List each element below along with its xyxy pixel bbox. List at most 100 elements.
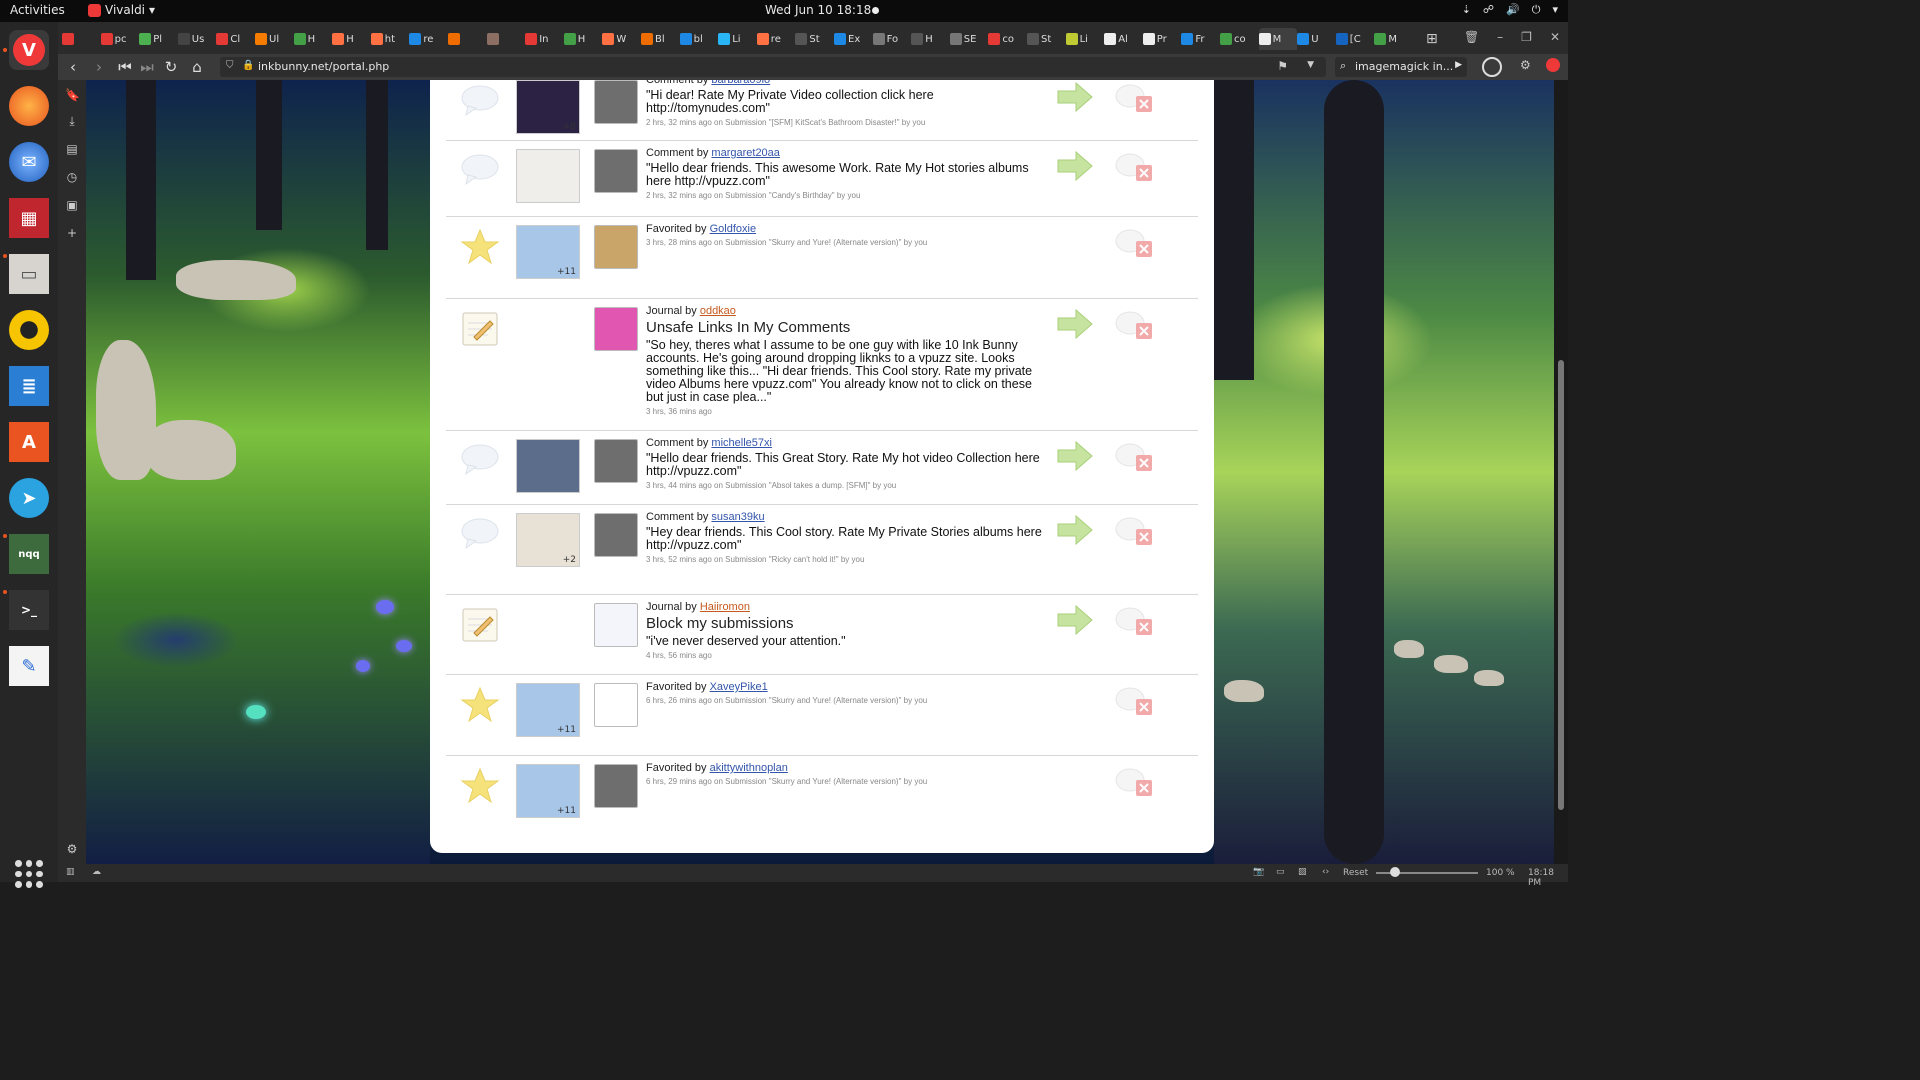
chevron-right-icon[interactable]: ▶ xyxy=(1455,60,1462,70)
submission-thumbnail[interactable]: +11 xyxy=(516,764,580,818)
zoom-reset-button[interactable]: Reset xyxy=(1343,868,1368,878)
history-icon[interactable]: ◷ xyxy=(65,170,79,184)
delete-notification-icon[interactable] xyxy=(1114,685,1154,719)
url-field[interactable]: ⛉ 🔒 inkbunny.net/portal.php ⚑ ▼ xyxy=(220,57,1326,77)
forward-icon[interactable]: › xyxy=(90,58,108,76)
view-arrow-icon[interactable] xyxy=(1056,604,1094,636)
submission-thumbnail[interactable]: +11 xyxy=(516,683,580,737)
browser-tab[interactable]: Bl xyxy=(641,30,679,48)
firefox-launcher[interactable] xyxy=(9,86,49,126)
add-panel-icon[interactable]: + xyxy=(65,226,79,240)
view-arrow-icon[interactable] xyxy=(1056,150,1094,182)
show-applications-icon[interactable] xyxy=(15,860,43,888)
user-avatar[interactable] xyxy=(594,764,638,808)
submission-thumbnail[interactable] xyxy=(516,439,580,493)
back-icon[interactable]: ‹ xyxy=(64,58,82,76)
view-arrow-icon[interactable] xyxy=(1056,81,1094,113)
view-arrow-icon[interactable] xyxy=(1056,308,1094,340)
network-icon[interactable]: ☍ xyxy=(1483,3,1494,17)
zoom-slider-handle[interactable] xyxy=(1390,867,1400,877)
browser-tab[interactable]: Us xyxy=(177,30,216,48)
browser-tab[interactable]: W xyxy=(602,30,640,48)
username-link[interactable]: susan39ku xyxy=(711,511,764,523)
search-field[interactable]: ⌕ imagemagick in... ▶ xyxy=(1335,57,1467,77)
notes-icon[interactable]: ▤ xyxy=(65,142,79,156)
user-avatar[interactable] xyxy=(594,603,638,647)
username-link[interactable]: akittywithnoplan xyxy=(710,762,788,774)
journal-title-link[interactable]: Block my submissions xyxy=(646,615,1046,632)
chevron-down-icon[interactable]: ▼ xyxy=(1307,60,1314,70)
browser-tab[interactable]: Li xyxy=(1065,30,1104,48)
browser-tab[interactable]: H xyxy=(332,30,370,48)
delete-notification-icon[interactable] xyxy=(1114,151,1154,185)
browser-tab[interactable]: co xyxy=(1220,30,1258,48)
delete-notification-icon[interactable] xyxy=(1114,515,1154,549)
browser-tab[interactable]: Ex xyxy=(834,30,872,48)
delete-notification-icon[interactable] xyxy=(1114,766,1154,800)
browser-tab[interactable]: SE xyxy=(949,30,988,48)
browser-tab[interactable]: Al xyxy=(1104,30,1142,48)
user-avatar[interactable] xyxy=(594,149,638,193)
cloud-sync-icon[interactable]: ☁ xyxy=(92,867,101,877)
browser-tab[interactable]: In xyxy=(525,30,563,48)
thunderbird-launcher[interactable]: ✉ xyxy=(9,142,49,182)
browser-tab[interactable]: Cl xyxy=(216,30,254,48)
system-tray[interactable]: ⇣ ☍ 🔊 ⏻ ▾ xyxy=(1462,3,1558,17)
text-editor-launcher[interactable]: ✎ xyxy=(9,646,49,686)
username-link[interactable]: Haiiromon xyxy=(700,601,750,613)
browser-tab[interactable]: Fr xyxy=(1181,30,1219,48)
delete-notification-icon[interactable] xyxy=(1114,441,1154,475)
rewind-icon[interactable]: ⏮ xyxy=(116,58,134,76)
close-icon[interactable]: ✕ xyxy=(1550,30,1560,44)
reload-icon[interactable]: ↻ xyxy=(162,58,180,76)
lock-icon[interactable]: 🔒 xyxy=(242,60,254,71)
browser-tab[interactable]: Fo xyxy=(872,30,911,48)
browser-tab[interactable]: St xyxy=(795,30,833,48)
username-link[interactable]: XaveyPike1 xyxy=(710,681,768,693)
capture-icon[interactable]: 📷 xyxy=(1253,867,1264,877)
username-link[interactable]: margaret20aa xyxy=(711,147,780,159)
browser-tab[interactable]: H xyxy=(911,30,949,48)
username-link[interactable]: barbara09lo xyxy=(711,80,770,86)
username-link[interactable]: Goldfoxie xyxy=(710,223,756,235)
toggle-panel-icon[interactable]: ▥ xyxy=(66,867,75,877)
browser-tab[interactable]: M xyxy=(1374,30,1412,48)
dropbox-icon[interactable]: ⇣ xyxy=(1462,3,1471,17)
user-avatar[interactable] xyxy=(594,80,638,124)
window-panel-icon[interactable]: ▣ xyxy=(65,198,79,212)
files-launcher[interactable]: ▭ xyxy=(9,254,49,294)
delete-notification-icon[interactable] xyxy=(1114,309,1154,343)
browser-tab[interactable]: ht xyxy=(370,30,409,48)
user-avatar[interactable] xyxy=(594,683,638,727)
browser-tab[interactable]: Li xyxy=(718,30,756,48)
browser-tab[interactable]: bl xyxy=(679,30,718,48)
user-avatar[interactable] xyxy=(594,225,638,269)
browser-tab[interactable]: U xyxy=(1297,30,1335,48)
tile-icon[interactable]: ▭ xyxy=(1276,867,1285,877)
bookmark-icon[interactable]: ⚑ xyxy=(1277,59,1288,73)
profile-avatar[interactable] xyxy=(1482,57,1502,77)
delete-notification-icon[interactable] xyxy=(1114,605,1154,639)
browser-tab[interactable]: re xyxy=(409,30,447,48)
extensions-icon[interactable]: ⚙ xyxy=(1520,58,1531,72)
submission-thumbnail[interactable] xyxy=(516,149,580,203)
url-text[interactable]: inkbunny.net/portal.php xyxy=(258,60,389,73)
browser-tab[interactable]: pc xyxy=(100,30,139,48)
fast-forward-icon[interactable]: ⏭ xyxy=(138,58,156,76)
writer-launcher[interactable]: ≣ xyxy=(9,366,49,406)
page-actions-icon[interactable]: ‹› xyxy=(1322,867,1329,877)
image-toggle-icon[interactable]: ▨ xyxy=(1298,867,1307,877)
user-avatar[interactable] xyxy=(594,307,638,351)
home-icon[interactable]: ⌂ xyxy=(188,58,206,76)
scrollbar-thumb[interactable] xyxy=(1558,360,1564,810)
view-arrow-icon[interactable] xyxy=(1056,440,1094,472)
clock[interactable]: Wed Jun 10 18:18 xyxy=(765,3,871,17)
browser-tab[interactable] xyxy=(486,30,525,48)
browser-tab[interactable]: Ul xyxy=(255,30,293,48)
delete-notification-icon[interactable] xyxy=(1114,227,1154,261)
submission-thumbnail[interactable]: +8 xyxy=(516,80,580,134)
settings-gear-icon[interactable]: ⚙ xyxy=(65,842,79,856)
browser-tab[interactable] xyxy=(62,30,100,48)
minimize-icon[interactable]: – xyxy=(1497,30,1503,44)
submission-thumbnail[interactable]: +11 xyxy=(516,225,580,279)
